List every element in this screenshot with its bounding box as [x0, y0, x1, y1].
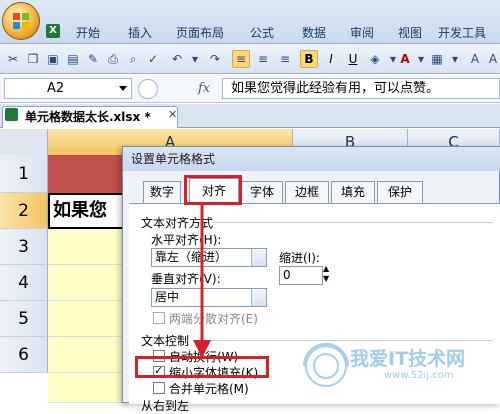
- undo-dropdown-icon[interactable]: ▾: [186, 50, 204, 68]
- cell-a6[interactable]: [48, 337, 122, 373]
- tab-protection[interactable]: 保护: [377, 181, 423, 203]
- undo-icon[interactable]: ↶: [168, 50, 186, 68]
- workbook-tab-bar: 单元格数据太长.xlsx * ✕: [0, 104, 500, 128]
- dialog-tab-strip: 数字 对齐 字体 边框 填充 保护: [123, 178, 500, 203]
- tab-home[interactable]: 开始: [76, 24, 100, 42]
- font-size-up-icon[interactable]: A: [466, 50, 484, 68]
- format-painter-icon[interactable]: ✎: [84, 50, 102, 68]
- cell-a4[interactable]: [48, 265, 122, 301]
- name-box[interactable]: A2: [4, 78, 132, 99]
- insert-function-icon[interactable]: fx: [198, 81, 210, 96]
- watermark-url: www.52ij.com: [384, 370, 454, 381]
- tab-developer[interactable]: 开发工具: [438, 24, 486, 42]
- quick-toolbar: ✂ ❐ ▣ ▤ ✎ ⎙ ⌕ ✓ ↶ ▾ ↷ ≡ ≡ ≡ B I U ◈ ▾ A …: [0, 44, 500, 74]
- tab-insert[interactable]: 插入: [128, 24, 152, 42]
- row-header-1[interactable]: 1: [0, 155, 48, 193]
- indent-spinner[interactable]: 0: [279, 266, 323, 285]
- tab-formulas[interactable]: 公式: [250, 24, 274, 42]
- merge-cells-checkbox[interactable]: [153, 382, 165, 394]
- formula-bar: A2 fx 如果您觉得此经验有用，可以点赞。: [0, 75, 500, 103]
- tab-view[interactable]: 视图: [398, 24, 422, 42]
- cell-a3[interactable]: [48, 229, 122, 265]
- tab-fill[interactable]: 填充: [331, 181, 375, 203]
- tab-font[interactable]: 字体: [241, 181, 283, 203]
- row-header-2[interactable]: 2: [0, 193, 48, 229]
- chevron-down-icon[interactable]: [251, 289, 266, 306]
- spinner-arrows-icon[interactable]: ▲ ▼: [323, 264, 329, 284]
- merge-cells-label: 合并单元格(M): [169, 382, 249, 396]
- print-icon[interactable]: ⎙: [104, 50, 122, 68]
- italic-icon[interactable]: I: [322, 50, 340, 68]
- tab-number[interactable]: 数字: [143, 181, 181, 203]
- save-icon[interactable]: ▣: [44, 50, 62, 68]
- row-header-6[interactable]: 6: [0, 337, 48, 373]
- distributed-checkbox[interactable]: [153, 312, 165, 324]
- align-right-icon[interactable]: ≡: [276, 50, 294, 68]
- watermark-text: 我爱IT技术网: [350, 348, 466, 370]
- cut-icon[interactable]: ✂: [4, 50, 22, 68]
- row-header-3[interactable]: 3: [0, 229, 48, 265]
- indent-value: 0: [283, 268, 291, 282]
- office-logo-icon: [13, 13, 29, 29]
- tab-data[interactable]: 数据: [302, 24, 326, 42]
- cell-a7[interactable]: [48, 373, 122, 403]
- excel-file-icon: [5, 108, 18, 121]
- tab-review[interactable]: 审阅: [350, 24, 374, 42]
- vertical-align-value: 居中: [155, 290, 180, 304]
- spellcheck-icon[interactable]: ✓: [144, 50, 162, 68]
- print-preview-icon[interactable]: ⌕: [124, 50, 142, 68]
- circle-button[interactable]: [138, 79, 158, 99]
- font-size-down-icon[interactable]: A: [484, 50, 500, 68]
- fill-color-icon[interactable]: ◈: [366, 50, 384, 68]
- align-center-icon[interactable]: ≡: [254, 50, 272, 68]
- copy-icon[interactable]: ❐: [24, 50, 42, 68]
- underline-icon[interactable]: U: [344, 50, 362, 68]
- formula-input[interactable]: 如果您觉得此经验有用，可以点赞。: [222, 78, 500, 99]
- workbook-tab[interactable]: 单元格数据太长.xlsx *: [2, 106, 178, 128]
- tab-page-layout[interactable]: 页面布局: [176, 24, 224, 42]
- name-box-dropdown-icon[interactable]: [118, 83, 128, 93]
- ribbon: X 开始 插入 页面布局 公式 数据 审阅 视图 开发工具: [0, 0, 500, 44]
- tab-border[interactable]: 边框: [285, 181, 329, 203]
- indent-label: 缩进(I):: [279, 251, 320, 265]
- red-arrow-icon: [193, 202, 211, 358]
- close-icon[interactable]: ✕: [168, 108, 177, 121]
- borders-dropdown-icon[interactable]: ▾: [446, 50, 464, 68]
- cell-a5[interactable]: [48, 301, 122, 337]
- rtl-section-title: 从右到左: [141, 399, 190, 413]
- text-control-section-title: 文本控制: [141, 334, 190, 348]
- open-icon[interactable]: ▤: [64, 50, 82, 68]
- workbook-tab-title: 单元格数据太长.xlsx *: [25, 110, 151, 124]
- dialog-title: 设置单元格格式: [123, 147, 500, 171]
- excel-app-icon: X: [46, 24, 60, 38]
- redo-icon[interactable]: ↷: [206, 50, 224, 68]
- align-left-icon[interactable]: ≡: [232, 50, 250, 68]
- section-divider: [213, 222, 493, 223]
- chevron-down-icon[interactable]: [251, 249, 266, 266]
- row-header-4[interactable]: 4: [0, 265, 48, 301]
- office-button[interactable]: [2, 2, 40, 40]
- borders-icon[interactable]: ▦: [428, 50, 446, 68]
- select-all-corner[interactable]: [0, 129, 48, 155]
- row-header-5[interactable]: 5: [0, 301, 48, 337]
- bold-icon[interactable]: B: [300, 50, 318, 68]
